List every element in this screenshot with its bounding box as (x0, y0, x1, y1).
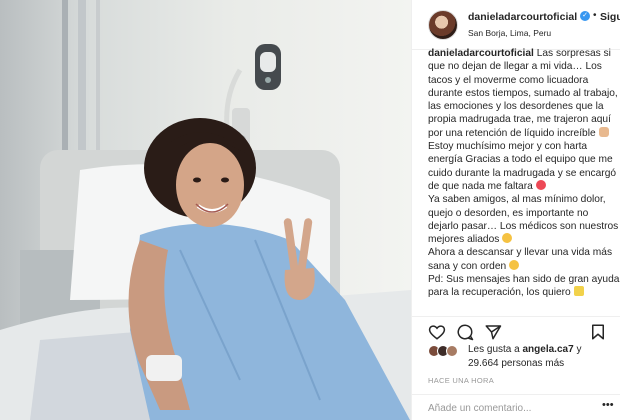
caption-username[interactable]: danieladarcourtoficial (428, 48, 534, 59)
more-options-icon[interactable]: ••• (602, 399, 614, 411)
header-username[interactable]: danieladarcourtoficial (468, 11, 577, 23)
comment-input[interactable] (428, 401, 598, 415)
caption-paragraph-3: Ya saben amigos, al mas mínimo dolor, qu… (428, 193, 620, 246)
heart-icon[interactable] (428, 323, 446, 341)
caption-text-5: Pd: Sus mensajes han sido de gran ayuda … (428, 274, 620, 299)
caption-text-1: Las sorpresas si que no dejan de llegar … (428, 48, 618, 139)
likes-summary: Les gusta a angela.ca7 y 29.664 personas… (428, 344, 620, 374)
caption-text-4: Ahora a descansar y llevar una vida más … (428, 247, 613, 272)
hand-icon (598, 126, 609, 137)
liker-avatars (428, 345, 464, 357)
caption-paragraph-1: danieladarcourtoficial Las sorpresas si … (428, 47, 620, 140)
bookmark-icon[interactable] (589, 323, 607, 341)
share-icon[interactable] (484, 323, 502, 341)
smile-icon (509, 259, 520, 270)
face (176, 143, 244, 227)
iv-bandage (146, 355, 182, 381)
caption: danieladarcourtoficial Las sorpresas si … (428, 47, 620, 315)
sparkle-icon (573, 286, 584, 297)
caption-text-3: Ya saben amigos, al mas mínimo dolor, qu… (428, 194, 619, 246)
follow-button[interactable]: Siguiendo (600, 11, 620, 23)
avatar[interactable] (428, 10, 458, 40)
action-bar (412, 316, 620, 344)
likes-count[interactable]: 29.664 personas más (468, 358, 564, 369)
likes-connector: y (576, 344, 582, 355)
hospital-photo (0, 0, 411, 420)
post-photo[interactable] (0, 0, 411, 420)
heart-icon (535, 179, 546, 190)
comment-icon[interactable] (456, 323, 474, 341)
comment-bar: ••• (412, 394, 620, 420)
verified-icon: ✓ (580, 11, 590, 21)
likes-line-1: Les gusta a angela.ca7 y (468, 344, 581, 355)
liker-username[interactable]: angela.ca7 (523, 344, 574, 355)
header-separator: • (593, 10, 597, 21)
post-sidebar: danieladarcourtoficial ✓ • Siguiendo San… (411, 0, 620, 420)
caption-paragraph-5: Pd: Sus mensajes han sido de gran ayuda … (428, 273, 620, 300)
post-header: danieladarcourtoficial ✓ • Siguiendo San… (412, 0, 620, 50)
caption-paragraph-2: Estoy muchísimo mejor y con harta energí… (428, 140, 620, 193)
liker-avatar[interactable] (446, 345, 458, 357)
caption-text-2: Estoy muchísimo mejor y con harta energí… (428, 141, 617, 192)
post-timestamp[interactable]: HACE UNA HORA (428, 376, 494, 385)
location-link[interactable]: San Borja, Lima, Peru (468, 28, 551, 38)
smile-icon (502, 233, 513, 244)
caption-paragraph-4: Ahora a descansar y llevar una vida más … (428, 246, 620, 273)
likes-prefix: Les gusta a (468, 344, 520, 355)
